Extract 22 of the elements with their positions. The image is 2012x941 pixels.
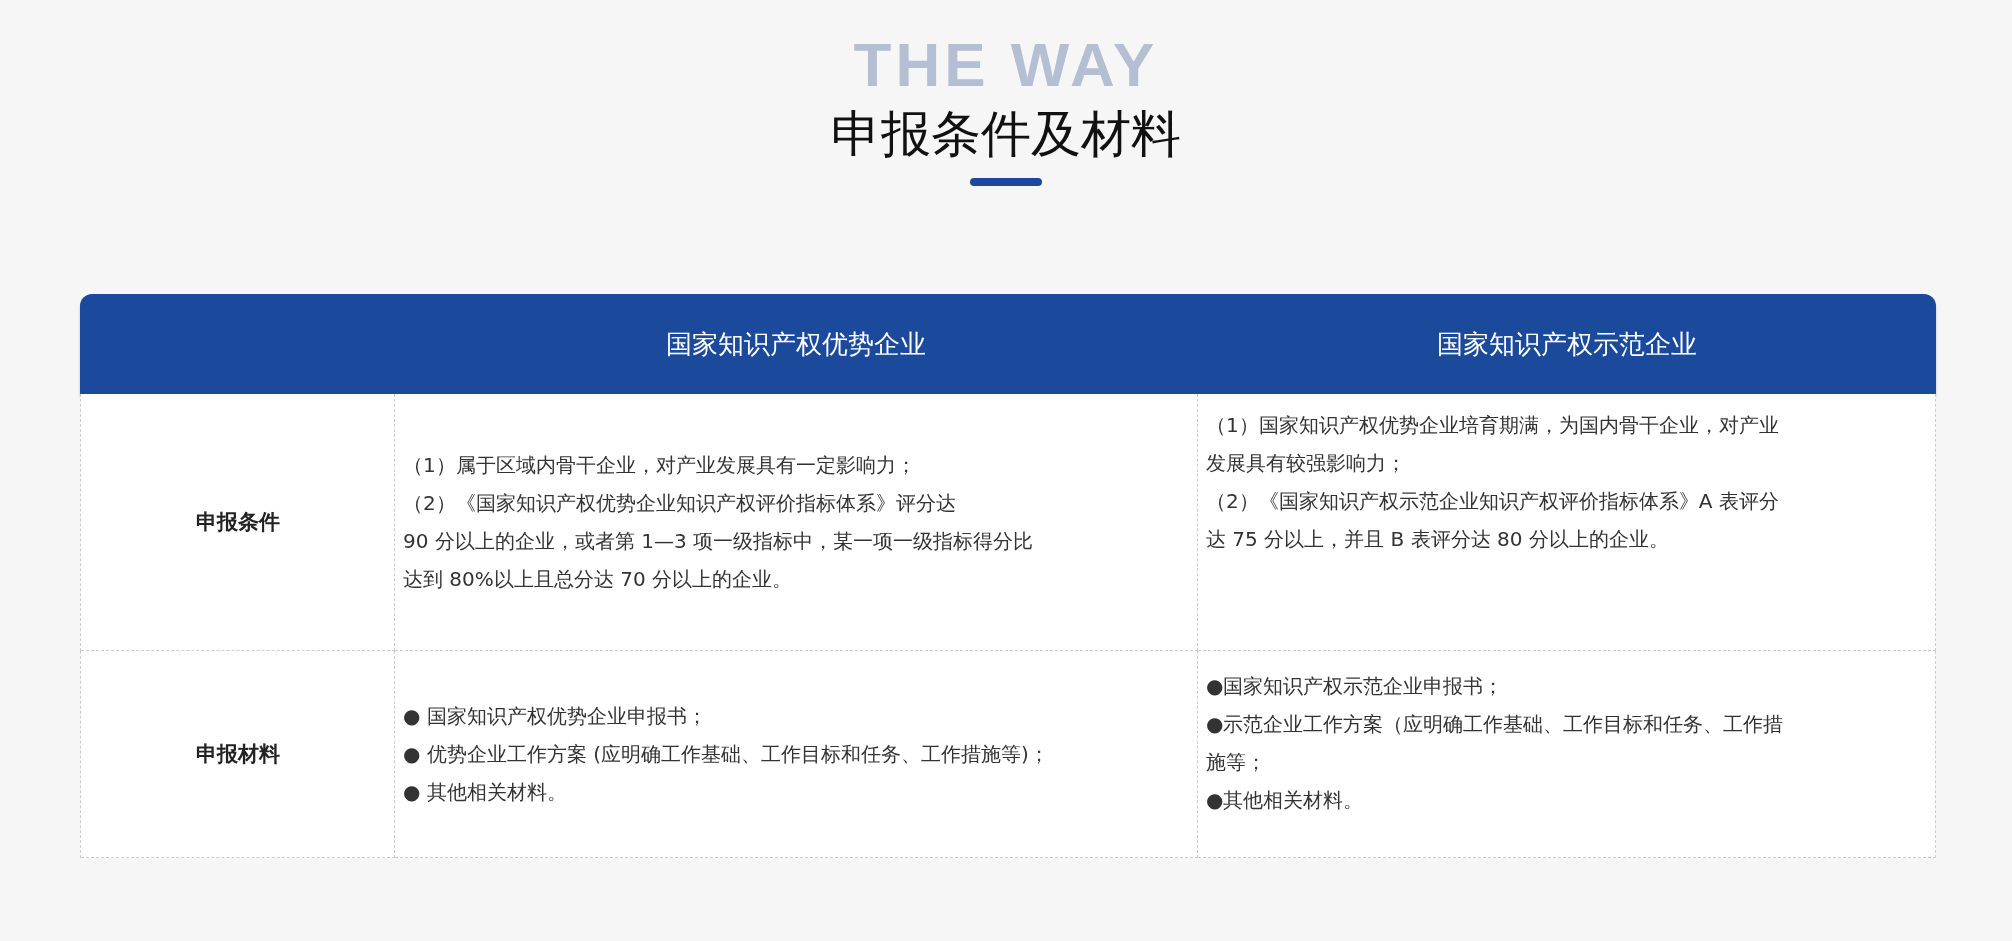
title-underline <box>970 178 1042 186</box>
background-heading: THE WAY <box>853 34 1159 96</box>
cell-text: 施等； <box>1206 749 1267 776</box>
cell-text: 发展具有较强影响力； <box>1206 450 1407 477</box>
cell-text: 达到 80%以上且总分达 70 分以上的企业。 <box>403 566 793 593</box>
section-title: 申报条件及材料 <box>831 104 1181 165</box>
cell-text: （2）《国家知识产权优势企业知识产权评价指标体系》评分达 <box>403 490 957 517</box>
cell-text: ● 其他相关材料。 <box>403 779 568 806</box>
cell-text: ●国家知识产权示范企业申报书； <box>1206 673 1505 700</box>
cell-text: ● 优势企业工作方案 (应明确工作基础、工作目标和任务、工作措施等)； <box>403 741 1049 768</box>
cell-text: （1）属于区域内骨干企业，对产业发展具有一定影响力； <box>403 452 917 479</box>
cell-text: 达 75 分以上，并且 B 表评分达 80 分以上的企业。 <box>1206 526 1670 553</box>
cell-text: ●其他相关材料。 <box>1206 787 1365 814</box>
column-heading: 国家知识产权优势企业 <box>665 327 926 361</box>
cell-text: 90 分以上的企业，或者第 1—3 项一级指标中，某一项一级指标得分比 <box>403 528 1033 555</box>
row-heading: 申报条件 <box>195 509 280 536</box>
cell-text: ●示范企业工作方案（应明确工作基础、工作目标和任务、工作措 <box>1206 711 1784 738</box>
column-heading: 国家知识产权示范企业 <box>1436 327 1697 361</box>
row-heading: 申报材料 <box>195 741 280 768</box>
cell-text: （1）国家知识产权优势企业培育期满，为国内骨干企业，对产业 <box>1206 412 1779 439</box>
cell-text: （2）《国家知识产权示范企业知识产权评价指标体系》A 表评分 <box>1206 488 1779 515</box>
cell-text: ● 国家知识产权优势企业申报书； <box>403 703 708 730</box>
